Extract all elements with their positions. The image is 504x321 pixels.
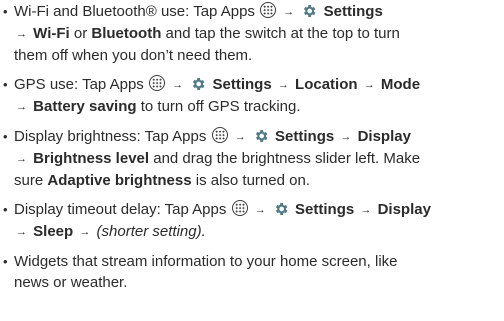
list-item: • Display brightness: Tap Apps → Setting…	[3, 127, 421, 189]
arrow-icon: →	[16, 153, 27, 165]
apps-grid-icon	[231, 200, 248, 216]
list-item: • Wi-Fi and Bluetooth® use: Tap Apps → S…	[3, 2, 400, 64]
bullet: •	[3, 129, 8, 144]
arrow-icon: →	[79, 226, 91, 238]
arrow-icon: →	[340, 131, 352, 143]
arrow-icon: →	[16, 28, 27, 40]
bullet: •	[3, 254, 8, 269]
gear-icon	[275, 203, 288, 215]
arrow-icon: →	[254, 204, 266, 216]
list-item: • GPS use: Tap Apps → Settings → Locatio…	[3, 75, 421, 115]
bullet: •	[3, 4, 8, 19]
arrow-icon: →	[360, 204, 372, 216]
gear-icon	[304, 5, 316, 17]
arrow-icon: →	[16, 226, 27, 238]
tips-list: • Wi-Fi and Bluetooth® use: Tap Apps → S…	[0, 1, 504, 293]
apps-grid-icon	[148, 75, 165, 91]
apps-grid-icon	[211, 127, 228, 143]
gear-icon	[193, 78, 205, 90]
arrow-icon: →	[16, 101, 27, 113]
bullet: •	[3, 77, 8, 92]
arrow-icon: →	[363, 79, 375, 91]
bullet: •	[3, 202, 8, 217]
list-item: • Widgets that stream information to you…	[3, 253, 398, 291]
list-item: • Display timeout delay: Tap Apps → Sett…	[3, 200, 431, 240]
apps-grid-icon	[260, 2, 277, 18]
arrow-icon: →	[172, 79, 184, 91]
arrow-icon: →	[234, 131, 246, 143]
arrow-icon: →	[283, 6, 295, 18]
arrow-icon: →	[277, 79, 289, 91]
gear-icon	[255, 130, 268, 142]
